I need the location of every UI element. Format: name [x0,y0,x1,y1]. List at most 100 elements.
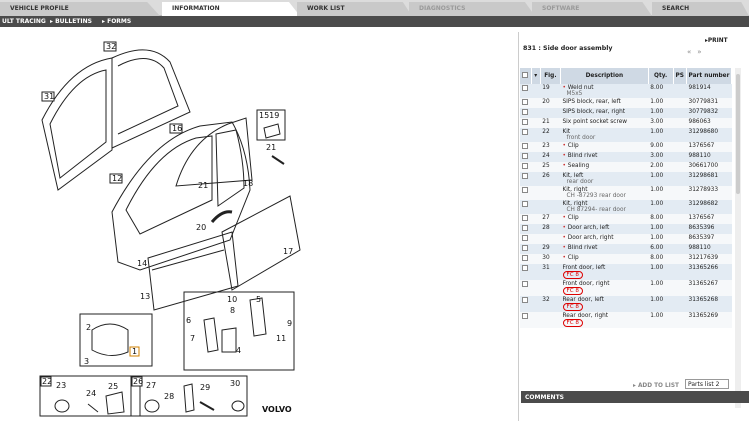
row-select[interactable] [520,152,532,162]
table-row[interactable]: 28 • Door arch, left 1.00 8635396 [520,224,732,234]
row-select[interactable] [520,214,532,224]
row-select[interactable] [520,234,532,244]
callout-2[interactable]: 2 [86,323,91,332]
next-page-icon[interactable]: » [697,48,707,56]
checkbox[interactable] [522,143,528,149]
row-select[interactable] [520,186,532,200]
checkbox[interactable] [522,119,528,125]
row-select[interactable] [520,142,532,152]
expand-col[interactable]: ▾ [531,68,541,84]
tab-vehicle-profile[interactable]: VEHICLE PROFILE [0,2,160,16]
table-row[interactable]: SIPS block, rear, right 1.00 30779832 [520,108,732,118]
callout-21b[interactable]: 21 [198,181,208,190]
callout-1519[interactable]: 1519 [259,111,279,120]
table-row[interactable]: 20 SIPS block, rear, left 1.00 30779831 [520,98,732,108]
callout-25[interactable]: 25 [108,382,118,391]
callout-3[interactable]: 3 [84,357,89,366]
table-row[interactable]: 25 • Sealing 2.00 30661700 [520,162,732,172]
checkbox[interactable] [522,245,528,251]
callout-8[interactable]: 8 [230,306,235,315]
callout-21[interactable]: 21 [266,143,276,152]
add-to-list-button[interactable]: ▸ ADD TO LIST [633,383,679,389]
callout-24[interactable]: 24 [86,389,96,398]
checkbox[interactable] [522,129,528,135]
callout-7[interactable]: 7 [190,334,195,343]
row-select[interactable] [520,162,532,172]
checkbox[interactable] [522,265,528,271]
fc-badge[interactable]: FC 8 [562,303,583,311]
table-row[interactable]: 21 Six point socket screw 3.00 986063 [520,118,732,128]
checkbox[interactable] [522,85,528,91]
callout-16[interactable]: 16 [172,124,182,133]
checkbox[interactable] [522,163,528,169]
callout-32[interactable]: 32 [106,42,116,51]
table-row[interactable]: 22 Kit front door 1.00 31298680 [520,128,732,142]
checkbox[interactable] [522,255,528,261]
row-select[interactable] [520,296,532,312]
fc-badge[interactable]: FC 8 [562,271,583,279]
table-row[interactable]: • Door arch, right 1.00 8635397 [520,234,732,244]
callout-18[interactable]: 18 [243,179,253,188]
tab-search[interactable]: SEARCH [652,2,749,16]
callout-17[interactable]: 17 [283,247,293,256]
checkbox[interactable] [522,297,528,303]
row-select[interactable] [520,128,532,142]
scrollbar-thumb[interactable] [736,74,740,194]
table-row[interactable]: 27 • Clip 8.00 1376567 [520,214,732,224]
checkbox[interactable] [522,201,528,207]
table-row[interactable]: 26 Kit, left rear door 1.00 31298681 [520,172,732,186]
checkbox[interactable] [522,109,528,115]
row-select[interactable] [520,108,532,118]
row-select[interactable] [520,312,532,328]
row-select[interactable] [520,200,532,214]
callout-26[interactable]: 26 [133,377,143,386]
checkbox[interactable] [522,281,528,287]
callout-13[interactable]: 13 [140,292,150,301]
row-select[interactable] [520,118,532,128]
pager-nav[interactable]: «» [687,48,708,56]
checkbox[interactable] [522,225,528,231]
table-row[interactable]: 23 • Clip 9.00 1376567 [520,142,732,152]
row-select[interactable] [520,84,532,98]
table-row[interactable]: 24 • Blind rivet 3.00 988110 [520,152,732,162]
checkbox[interactable] [522,215,528,221]
checkbox[interactable] [522,187,528,193]
tab-work-list[interactable]: WORK LIST [297,2,412,16]
callout-10[interactable]: 10 [227,295,237,304]
row-select[interactable] [520,172,532,186]
checkbox[interactable] [522,153,528,159]
callout-1[interactable]: 1 [132,347,137,356]
callout-27[interactable]: 27 [146,381,156,390]
fc-badge[interactable]: FC 8 [562,287,583,295]
callout-22[interactable]: 22 [42,377,52,386]
callout-29[interactable]: 29 [200,383,210,392]
row-select[interactable] [520,254,532,264]
subtab-bulletins[interactable]: ▸ BULLETINS [44,16,98,27]
tab-information[interactable]: INFORMATION [162,2,300,16]
table-row[interactable]: 19 • Weld nut M5x5 8.00 981914 [520,84,732,98]
callout-4[interactable]: 4 [236,346,241,355]
callout-9[interactable]: 9 [287,319,292,328]
checkbox[interactable] [522,173,528,179]
table-row[interactable]: Kit, right CH 87294- rear door 1.00 3129868… [520,200,732,214]
callout-20[interactable]: 20 [196,223,206,232]
row-select[interactable] [520,280,532,296]
row-select[interactable] [520,244,532,254]
callout-28[interactable]: 28 [164,392,174,401]
subtab-forms[interactable]: ▸ FORMS [96,16,137,27]
callout-11[interactable]: 11 [276,334,286,343]
table-row[interactable]: 29 • Blind rivet 6.00 988110 [520,244,732,254]
callout-23[interactable]: 23 [56,381,66,390]
checkbox[interactable] [522,235,528,241]
table-row[interactable]: 32 Rear door, left FC 8 1.00 31365268 [520,296,732,312]
comments-header[interactable]: COMMENTS [521,391,749,403]
callout-6[interactable]: 6 [186,316,191,325]
row-select[interactable] [520,224,532,234]
select-all-checkbox-col[interactable] [520,68,532,84]
callout-30[interactable]: 30 [230,379,240,388]
callout-31[interactable]: 31 [44,92,54,101]
prev-page-icon[interactable]: « [687,48,697,56]
table-row[interactable]: Front door, right FC 8 1.00 31365267 [520,280,732,296]
callout-5[interactable]: 5 [256,295,261,304]
table-row[interactable]: Kit, right CH -87293 rear door 1.00 3127893… [520,186,732,200]
